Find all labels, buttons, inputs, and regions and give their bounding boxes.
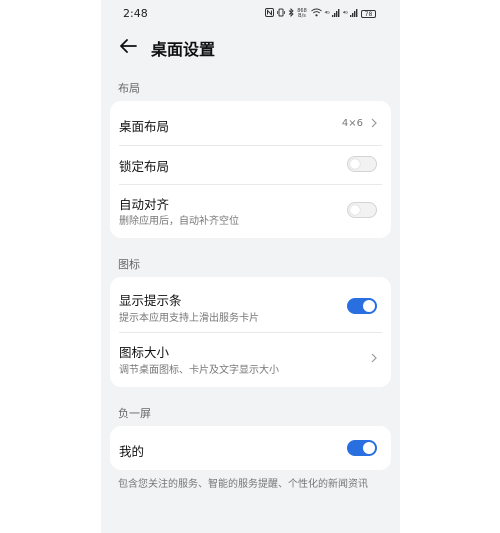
card-layout: 桌面布局 4×6 锁定布局 自动对齐 删除应用后，自动补齐空位 [110,101,391,238]
nfc-icon [264,8,274,19]
row-subtitle: 调节桌面图标、卡片及文字显示大小 [119,365,279,376]
back-arrow-icon [120,39,137,53]
section-label-icons: 图标 [118,258,140,271]
toggle-knob [350,205,360,215]
card-icons: 显示提示条 提示本应用支持上滑出服务卡片 图标大小 调节桌面图标、卡片及文字显示… [110,277,391,387]
mine-toggle[interactable] [347,440,377,456]
toggle-knob [363,442,375,454]
row-title: 锁定布局 [119,159,170,174]
chevron-right-icon [371,353,377,363]
row-mine[interactable]: 我的 [110,426,391,470]
signal-4g-label-1: ⁴ᴳ [324,9,330,18]
section-label-layout: 布局 [118,82,140,95]
show-hint-bar-toggle[interactable] [347,298,377,314]
status-bar: 2:48 868 B/s ⁴ᴳ ⁴ᴳ 78 [101,0,400,28]
layout-value: 4×6 [341,118,363,129]
page-title: 桌面设置 [151,40,216,59]
back-button[interactable] [119,38,137,54]
row-title: 我的 [119,444,145,459]
toggle-knob [350,159,360,169]
network-speed: 868 B/s [297,7,307,19]
signal-bars-icon-1 [331,8,340,19]
signal-bars-icon-2 [350,8,358,19]
vibrate-icon [276,8,285,19]
bluetooth-icon [288,7,294,19]
card-minus-one-screen: 我的 [110,426,391,470]
status-time: 2:48 [123,7,148,20]
row-show-hint-bar[interactable]: 显示提示条 提示本应用支持上滑出服务卡片 [110,277,391,332]
signal-4g-label-2: ⁴ᴳ [342,9,348,18]
row-icon-size[interactable]: 图标大小 调节桌面图标、卡片及文字显示大小 [110,333,391,387]
row-title: 桌面布局 [119,119,170,134]
row-title: 显示提示条 [119,293,182,308]
section-label-minus-one-screen: 负一屏 [118,407,151,420]
settings-screen: 2:48 868 B/s ⁴ᴳ ⁴ᴳ 78 桌面设置 布局 桌面布局 4×6 锁… [101,0,400,533]
status-icons: 868 B/s ⁴ᴳ ⁴ᴳ 78 [264,7,376,19]
row-subtitle: 提示本应用支持上滑出服务卡片 [119,313,259,324]
row-subtitle: 删除应用后，自动补齐空位 [119,216,239,227]
lock-layout-toggle[interactable] [347,156,377,172]
chevron-right-icon [371,118,377,128]
row-title: 自动对齐 [119,197,170,212]
row-lock-layout[interactable]: 锁定布局 [110,146,391,184]
row-auto-align[interactable]: 自动对齐 删除应用后，自动补齐空位 [110,185,391,238]
battery-level: 78 [364,10,373,18]
title-bar: 桌面设置 [101,32,400,62]
footnote: 包含您关注的服务、智能的服务提醒、个性化的新闻资讯 [118,479,368,490]
battery-icon: 78 [361,9,376,18]
row-desktop-layout[interactable]: 桌面布局 4×6 [110,101,391,145]
toggle-knob [363,300,375,312]
auto-align-toggle[interactable] [347,202,377,218]
wifi-icon [310,8,322,19]
row-title: 图标大小 [119,345,170,360]
